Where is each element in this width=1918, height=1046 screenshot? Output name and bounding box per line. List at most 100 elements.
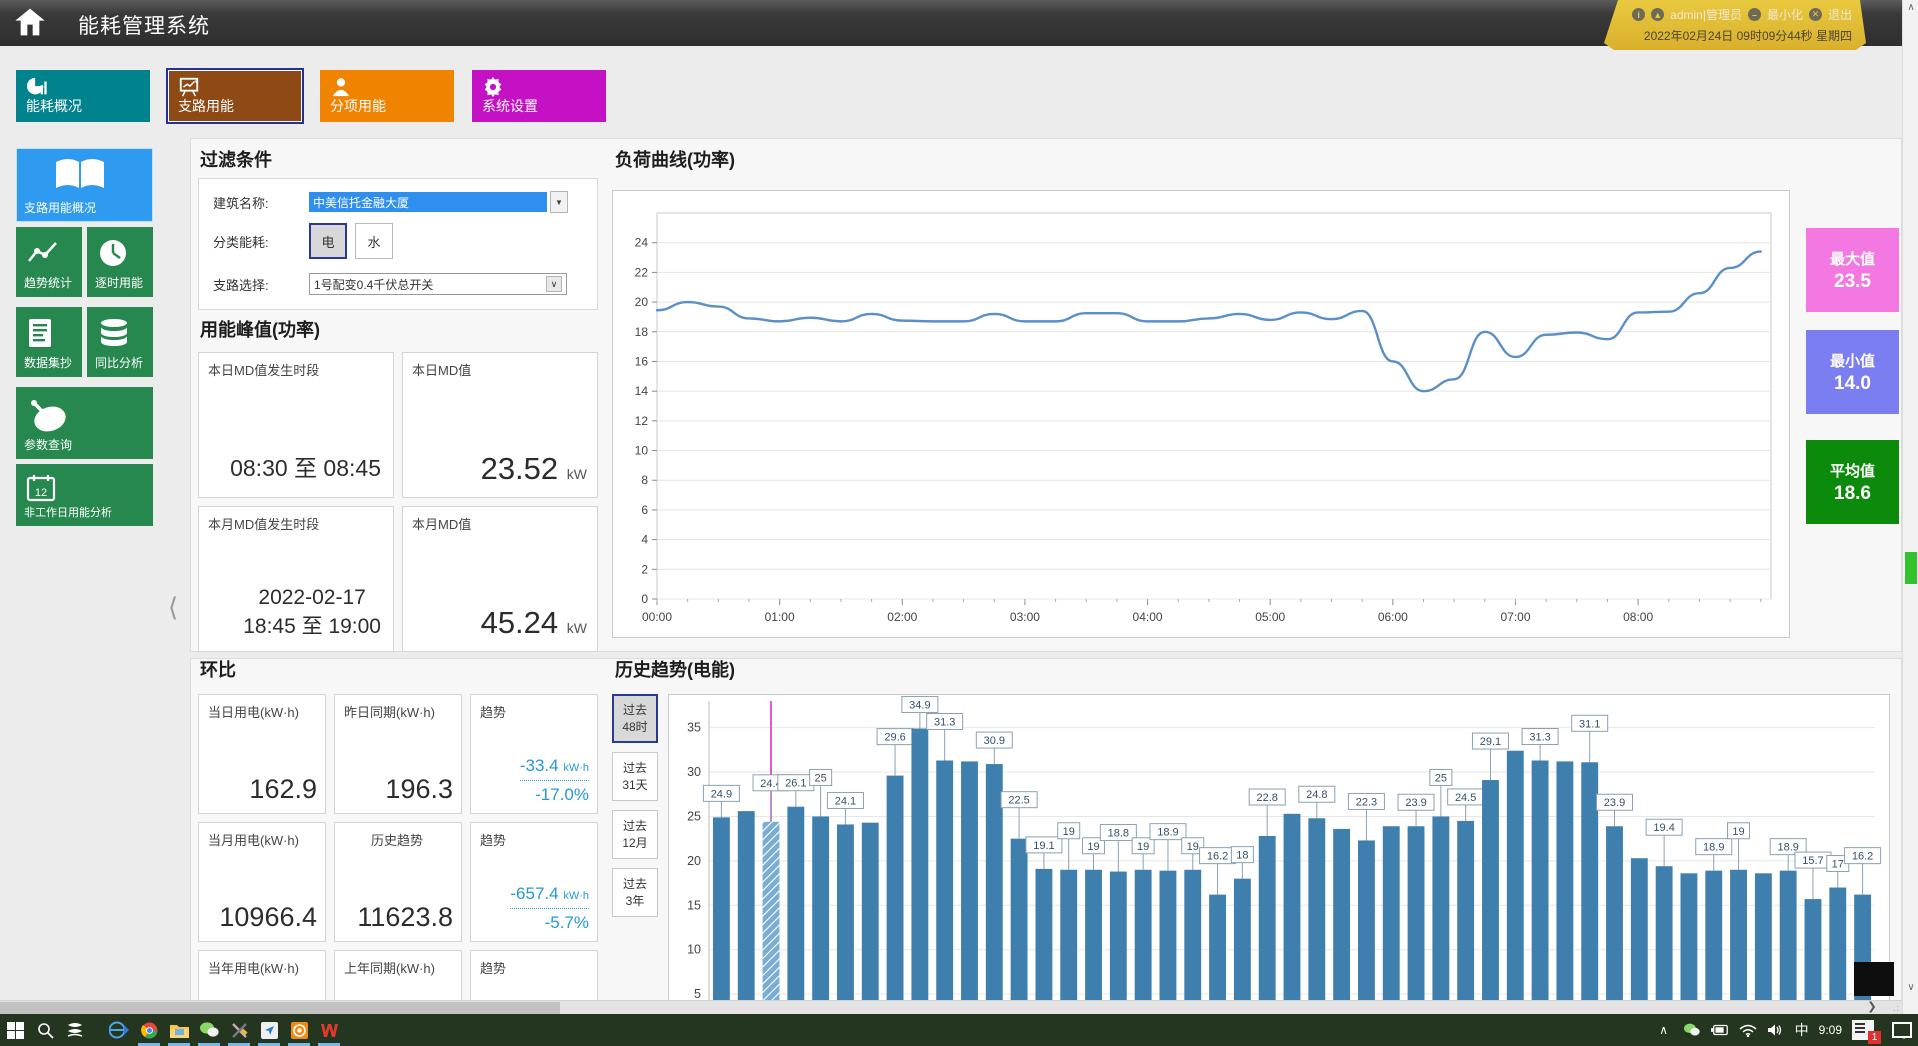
- sidebar-item-data-collection[interactable]: 数据集抄: [16, 307, 82, 377]
- vscroll-up-arrow[interactable]: ∧: [1903, 2, 1918, 13]
- svg-text:20: 20: [687, 854, 701, 868]
- yesterday-usage-value: 196.3: [385, 774, 453, 805]
- tray-expand-icon[interactable]: ∧: [1655, 1021, 1673, 1039]
- nav-tab-system-settings[interactable]: 系统设置: [472, 70, 606, 122]
- trend-chart-icon: [26, 237, 60, 267]
- clock-icon: [97, 237, 129, 269]
- history-trend-card: 历史趋势 11623.8: [334, 822, 462, 942]
- home-icon[interactable]: [12, 6, 52, 40]
- svg-text:22.8: 22.8: [1256, 792, 1277, 804]
- notification-icon[interactable]: 1: [1852, 1020, 1874, 1040]
- orange-app-icon[interactable]: [284, 1014, 314, 1046]
- sidebar-item-branch-overview[interactable]: 支路用能概况: [16, 148, 153, 222]
- svg-text:03:00: 03:00: [1010, 610, 1040, 624]
- chrome-icon[interactable]: [134, 1014, 164, 1046]
- tab-past-12m[interactable]: 过去12月: [612, 810, 658, 859]
- huanbi-cards: 当日用电(kW·h) 162.9 昨日同期(kW·h) 196.3 趋势 -33…: [198, 694, 598, 1046]
- horizontal-scrollbar[interactable]: ❯ .:: [0, 1000, 1902, 1014]
- start-button[interactable]: [0, 1014, 30, 1046]
- calendar-icon: 12: [26, 474, 56, 502]
- vscroll-down-arrow[interactable]: ∨: [1903, 982, 1918, 993]
- sidebar-item-parameter-query[interactable]: 参数查询: [16, 387, 153, 459]
- trend-board-icon: [178, 76, 200, 98]
- close-icon[interactable]: ✕: [1809, 8, 1822, 21]
- vertical-scrollbar[interactable]: ∧ ∨: [1902, 0, 1918, 1014]
- svg-text:18.9: 18.9: [1157, 827, 1178, 839]
- svg-text:22.5: 22.5: [1008, 795, 1029, 807]
- energy-type-water-button[interactable]: 水: [355, 223, 393, 259]
- building-dropdown-button[interactable]: ▼: [550, 191, 568, 213]
- history-trend-value: 11623.8: [357, 902, 453, 933]
- branch-select[interactable]: 1号配变0.4千伏总开关 ∨: [309, 273, 567, 295]
- datetime-badge: i ▲ admin|管理员 – 最小化 ✕ 退出 2022年02月24日 09时…: [1604, 0, 1866, 50]
- today-md-value: 23.52: [481, 451, 559, 486]
- devtool-icon[interactable]: [224, 1014, 254, 1046]
- sidebar-item-trend-statistics[interactable]: 趋势统计: [16, 227, 82, 297]
- sidebar-item-hourly-energy[interactable]: 逐时用能: [87, 227, 153, 297]
- svg-text:35: 35: [687, 721, 701, 735]
- avg-value-badge: 平均值 18.6: [1806, 440, 1899, 524]
- nav-tab-subitem-energy[interactable]: 分项用能: [320, 70, 454, 122]
- svg-text:19.4: 19.4: [1653, 822, 1674, 834]
- tab-past-48h[interactable]: 过去48时: [612, 694, 658, 743]
- svg-text:18: 18: [1236, 850, 1248, 862]
- month-md-value-card: 本月MD值 45.24 kW: [402, 506, 598, 652]
- volume-icon[interactable]: [1767, 1021, 1785, 1039]
- energy-type-electric-button[interactable]: 电: [309, 223, 347, 259]
- svg-text:29.6: 29.6: [884, 732, 905, 744]
- branch-select-label: 支路选择:: [213, 275, 309, 294]
- minimize-label[interactable]: 最小化: [1767, 6, 1803, 23]
- history-bar-chart: 510152025303524.924.426.12524.129.634.93…: [668, 694, 1890, 1004]
- wps-icon[interactable]: [314, 1014, 344, 1046]
- svg-text:07:00: 07:00: [1500, 610, 1530, 624]
- svg-text:06:00: 06:00: [1378, 610, 1408, 624]
- battery-icon[interactable]: [1711, 1021, 1729, 1039]
- svg-text:2: 2: [641, 562, 648, 576]
- svg-text:19: 19: [1187, 841, 1199, 853]
- svg-text:12: 12: [35, 487, 47, 499]
- today-md-value-card: 本日MD值 23.52 kW: [402, 352, 598, 498]
- tab-past-31d[interactable]: 过去31天: [612, 752, 658, 801]
- internet-explorer-icon[interactable]: [104, 1014, 134, 1046]
- hscroll-right-arrow[interactable]: ❯: [1864, 1001, 1880, 1015]
- building-name-select[interactable]: 中美信托金融大厦: [309, 192, 547, 212]
- svg-text:22: 22: [635, 265, 649, 279]
- svg-text:31.3: 31.3: [934, 717, 955, 729]
- svg-text:17: 17: [1832, 859, 1844, 871]
- tab-past-3y[interactable]: 过去3年: [612, 868, 658, 917]
- info-icon[interactable]: i: [1632, 8, 1645, 21]
- clock[interactable]: 9:09: [1819, 1023, 1842, 1037]
- task-view-icon[interactable]: [60, 1014, 90, 1046]
- search-icon[interactable]: [30, 1014, 60, 1046]
- svg-text:25: 25: [1435, 772, 1447, 784]
- hscroll-thumb[interactable]: [0, 1002, 560, 1014]
- action-center-icon[interactable]: [1892, 1022, 1912, 1038]
- input-method-indicator[interactable]: 中: [1795, 1020, 1809, 1040]
- svg-text:24.5: 24.5: [1455, 792, 1476, 804]
- teams-app-icon[interactable]: [254, 1014, 284, 1046]
- tray-wechat-icon[interactable]: [1683, 1021, 1701, 1039]
- wifi-icon[interactable]: [1739, 1021, 1757, 1039]
- minimize-icon[interactable]: –: [1748, 8, 1761, 21]
- nav-tab-branch-energy[interactable]: 支路用能: [168, 70, 302, 122]
- pie-chart-icon: [26, 76, 48, 98]
- svg-text:16.2: 16.2: [1852, 851, 1873, 863]
- sidebar-item-yoy-analysis[interactable]: 同比分析: [87, 307, 153, 377]
- file-explorer-icon[interactable]: [164, 1014, 194, 1046]
- svg-text:31.1: 31.1: [1579, 718, 1600, 730]
- svg-text:02:00: 02:00: [887, 610, 917, 624]
- filter-panel: 建筑名称: 中美信托金融大厦 ▼ 分类能耗: 电 水 支路选择: 1号配变0.4…: [198, 178, 598, 310]
- svg-text:10: 10: [687, 943, 701, 957]
- collapse-panel-arrow[interactable]: ⟨: [168, 592, 178, 623]
- logout-label[interactable]: 退出: [1828, 6, 1852, 23]
- sidebar-item-nonworkday-analysis[interactable]: 12 非工作日用能分析: [16, 464, 153, 526]
- vscroll-thumb[interactable]: [1905, 552, 1917, 584]
- wechat-icon[interactable]: [194, 1014, 224, 1046]
- nav-tab-energy-overview[interactable]: 能耗概况: [16, 70, 150, 122]
- month-trend-delta: -657.4: [510, 884, 558, 903]
- svg-text:19: 19: [1732, 826, 1744, 838]
- filter-section-title: 过滤条件: [200, 146, 272, 172]
- peak-section-title: 用能峰值(功率): [200, 316, 320, 342]
- svg-text:16: 16: [635, 354, 649, 368]
- svg-text:23.9: 23.9: [1604, 797, 1625, 809]
